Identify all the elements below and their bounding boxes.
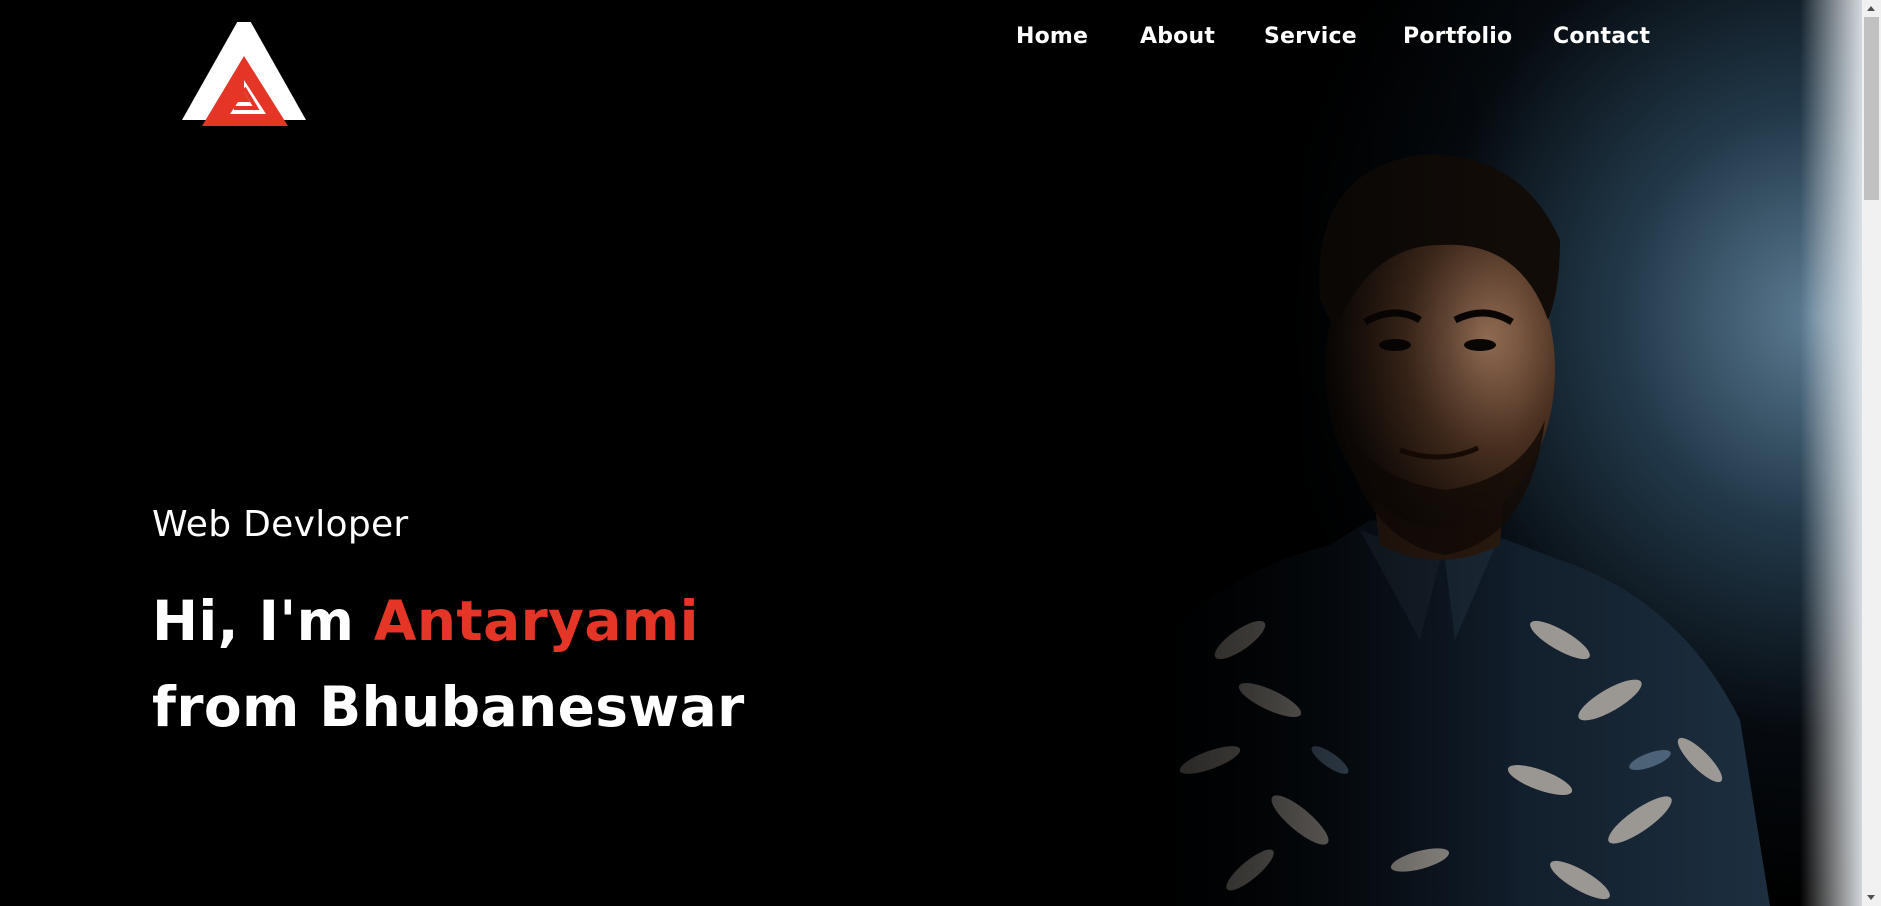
page-scrollbar[interactable]: [1862, 0, 1881, 906]
site-logo[interactable]: [180, 22, 308, 128]
nav-link-home[interactable]: Home: [1016, 22, 1088, 52]
portrait-illustration: [1000, 0, 1862, 906]
nav-link-about[interactable]: About: [1140, 22, 1215, 52]
hero-subtitle: Web Devloper: [152, 504, 409, 545]
hero-greeting: Hi, I'm: [152, 589, 374, 653]
scroll-thumb[interactable]: [1864, 17, 1879, 200]
hero-location-line: from Bhubaneswar: [152, 675, 745, 739]
nav-link-portfolio[interactable]: Portfolio: [1403, 22, 1512, 52]
page: Home About Service Portfolio Contact Web…: [0, 0, 1881, 906]
hero-heading: Hi, I'm Antaryami from Bhubaneswar: [152, 578, 912, 750]
hero-intro: Web Devloper Hi, I'm Antaryami from Bhub…: [152, 500, 912, 750]
hero-name: Antaryami: [373, 589, 699, 653]
nav-link-service[interactable]: Service: [1264, 22, 1357, 52]
triangle-logo-icon: [182, 22, 306, 126]
hero-greeting-line: Hi, I'm Antaryami: [152, 578, 912, 664]
scroll-up-arrow-icon[interactable]: [1867, 6, 1875, 11]
hero-portrait-image: [1000, 0, 1862, 906]
scroll-down-arrow-icon[interactable]: [1867, 895, 1875, 900]
nav-link-contact[interactable]: Contact: [1553, 22, 1650, 52]
